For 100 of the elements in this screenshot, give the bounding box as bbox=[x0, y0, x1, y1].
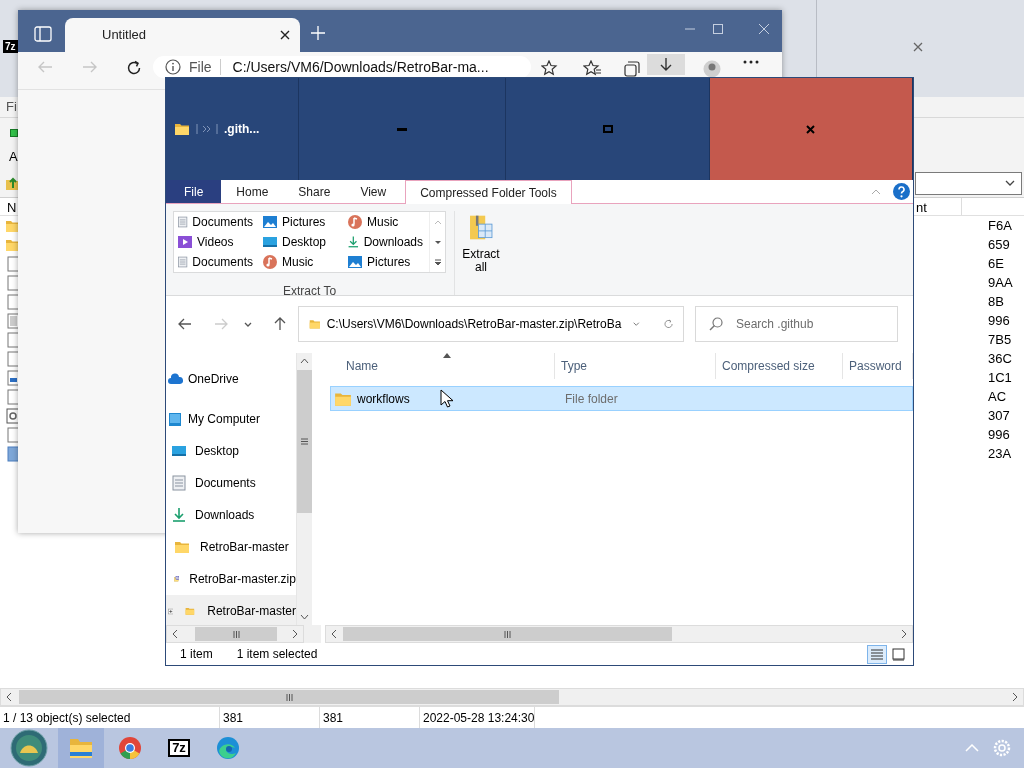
gallery-item[interactable]: Documents bbox=[174, 212, 259, 232]
overflow-icon[interactable] bbox=[196, 123, 218, 135]
grip-icon bbox=[504, 630, 511, 638]
tree-item[interactable]: Documents bbox=[166, 467, 296, 499]
horizontal-scrollbar[interactable] bbox=[0, 688, 1024, 706]
column-header[interactable]: nt bbox=[915, 198, 962, 215]
maximize-icon[interactable] bbox=[713, 24, 723, 34]
scrollbar-thumb[interactable] bbox=[195, 627, 277, 641]
taskbar-button[interactable]: 7z bbox=[156, 728, 202, 768]
extract-all-button[interactable]: Extract all bbox=[458, 211, 504, 277]
info-icon bbox=[165, 59, 181, 75]
search-field[interactable]: Search .github bbox=[695, 306, 898, 342]
chevron-icon[interactable] bbox=[244, 321, 252, 327]
gallery-item[interactable]: Videos bbox=[174, 232, 259, 252]
column-header[interactable]: Password bbox=[843, 353, 913, 379]
close-icon[interactable] bbox=[280, 30, 290, 40]
window-title: .gith... bbox=[224, 121, 260, 138]
document-icon bbox=[177, 254, 189, 270]
back-icon[interactable] bbox=[178, 318, 192, 330]
browser-icon bbox=[118, 736, 142, 760]
sidebar-icon[interactable] bbox=[34, 26, 52, 42]
ribbon-tab[interactable]: View bbox=[345, 180, 402, 203]
folder-icon bbox=[174, 539, 190, 555]
table-cell-text: 23A bbox=[987, 444, 1013, 463]
menu-item[interactable]: Fi bbox=[6, 97, 17, 117]
tree-item[interactable]: My Computer bbox=[166, 403, 296, 435]
taskbar-button[interactable] bbox=[58, 728, 104, 768]
ribbon-tab[interactable]: Home bbox=[221, 180, 284, 203]
column-header[interactable]: Compressed size bbox=[716, 353, 843, 379]
group-label: Extract To bbox=[282, 283, 337, 300]
scrollbar-corner bbox=[304, 625, 321, 643]
horizontal-scrollbar[interactable] bbox=[325, 625, 913, 643]
gallery-item[interactable]: Pictures bbox=[259, 212, 344, 232]
square-icon[interactable] bbox=[10, 129, 18, 137]
scrollbar-thumb[interactable] bbox=[343, 627, 672, 641]
up-icon[interactable] bbox=[274, 317, 286, 331]
ribbon-tab[interactable]: Share bbox=[283, 180, 346, 203]
tab-title: Untitled bbox=[102, 26, 147, 45]
address-field[interactable]: C:\Users\VM6\Downloads\RetroBar-master.zip\RetroBa bbox=[298, 306, 684, 342]
gallery-item[interactable]: Documents bbox=[174, 252, 259, 272]
scroll-down-icon[interactable] bbox=[433, 238, 442, 246]
scroll-up-icon[interactable] bbox=[299, 358, 309, 364]
table-cell-text: 659 bbox=[987, 235, 1011, 254]
toolbar-label[interactable]: A bbox=[9, 147, 18, 167]
video-icon bbox=[177, 234, 193, 250]
ribbon-tab[interactable]: File bbox=[166, 180, 222, 203]
computer-icon bbox=[168, 411, 184, 427]
column-header[interactable]: N bbox=[0, 198, 17, 215]
download-icon bbox=[347, 234, 360, 250]
table-cell-text: F6A bbox=[987, 216, 1013, 235]
scrollbar-thumb[interactable] bbox=[19, 690, 559, 704]
scrollbar-thumb[interactable] bbox=[296, 370, 312, 513]
gallery-item[interactable]: Pictures bbox=[344, 252, 429, 272]
vertical-scrollbar[interactable] bbox=[295, 353, 312, 625]
gallery-item[interactable]: Music bbox=[344, 212, 429, 232]
column-header[interactable]: Name bbox=[316, 353, 555, 379]
favorites-icon[interactable] bbox=[583, 60, 601, 78]
tree-item[interactable]: OneDrive bbox=[166, 363, 296, 395]
table-cell-text: AC bbox=[987, 387, 1008, 406]
sort-arrow-icon[interactable] bbox=[443, 353, 451, 358]
music-icon bbox=[347, 214, 363, 230]
gallery-item[interactable]: Music bbox=[259, 252, 344, 272]
grip-icon bbox=[300, 438, 308, 445]
address-text: C:\Users\VM6\Downloads\RetroBar-master.zip\RetroBa bbox=[326, 316, 622, 333]
tree-item[interactable]: RetroBar-master bbox=[166, 531, 296, 563]
browser-tab[interactable]: Untitled bbox=[65, 18, 300, 52]
star-plus-icon[interactable] bbox=[541, 60, 559, 78]
tree-item[interactable]: RetroBar-master bbox=[166, 595, 296, 625]
tiles-view-icon bbox=[892, 647, 906, 661]
help-icon[interactable] bbox=[893, 183, 910, 200]
view-button[interactable] bbox=[867, 644, 887, 664]
collections-icon[interactable] bbox=[623, 60, 641, 78]
expand-icon[interactable] bbox=[168, 606, 174, 616]
ribbon-tab[interactable]: Compressed Folder Tools bbox=[405, 180, 572, 204]
refresh-icon[interactable] bbox=[126, 60, 142, 76]
tree-item[interactable]: RetroBar-master.zip bbox=[166, 563, 296, 595]
column-header[interactable]: Type bbox=[555, 353, 716, 379]
address-combobox[interactable] bbox=[915, 171, 1022, 195]
gallery-item[interactable]: Desktop bbox=[259, 232, 344, 252]
table-cell-text: 8B bbox=[987, 292, 1005, 311]
table-cell-text: 7B5 bbox=[987, 330, 1013, 349]
chevron-icon[interactable] bbox=[633, 321, 640, 327]
gallery-item[interactable]: Downloads bbox=[344, 232, 429, 252]
cursor-icon bbox=[440, 389, 453, 408]
new-tab-icon[interactable] bbox=[311, 26, 325, 40]
folder-icon bbox=[69, 737, 93, 759]
more-icon[interactable] bbox=[743, 60, 759, 64]
scroll-down-icon[interactable] bbox=[299, 614, 309, 620]
horizontal-scrollbar[interactable] bbox=[166, 625, 304, 643]
collapse-ribbon-icon[interactable] bbox=[871, 188, 881, 195]
download-button[interactable] bbox=[647, 54, 685, 75]
app-logo: 7z bbox=[3, 40, 18, 53]
tree-item[interactable]: Desktop bbox=[166, 435, 296, 467]
file-icon bbox=[5, 445, 21, 462]
address-bar[interactable]: File C:/Users/VM6/Downloads/RetroBar-ma... bbox=[153, 56, 531, 78]
profile-icon[interactable] bbox=[703, 60, 721, 78]
more-icon[interactable] bbox=[433, 258, 442, 266]
tree-item[interactable]: Downloads bbox=[166, 499, 296, 531]
file-row[interactable]: workflows File folder bbox=[330, 386, 913, 411]
chevron-icon bbox=[1005, 180, 1015, 186]
